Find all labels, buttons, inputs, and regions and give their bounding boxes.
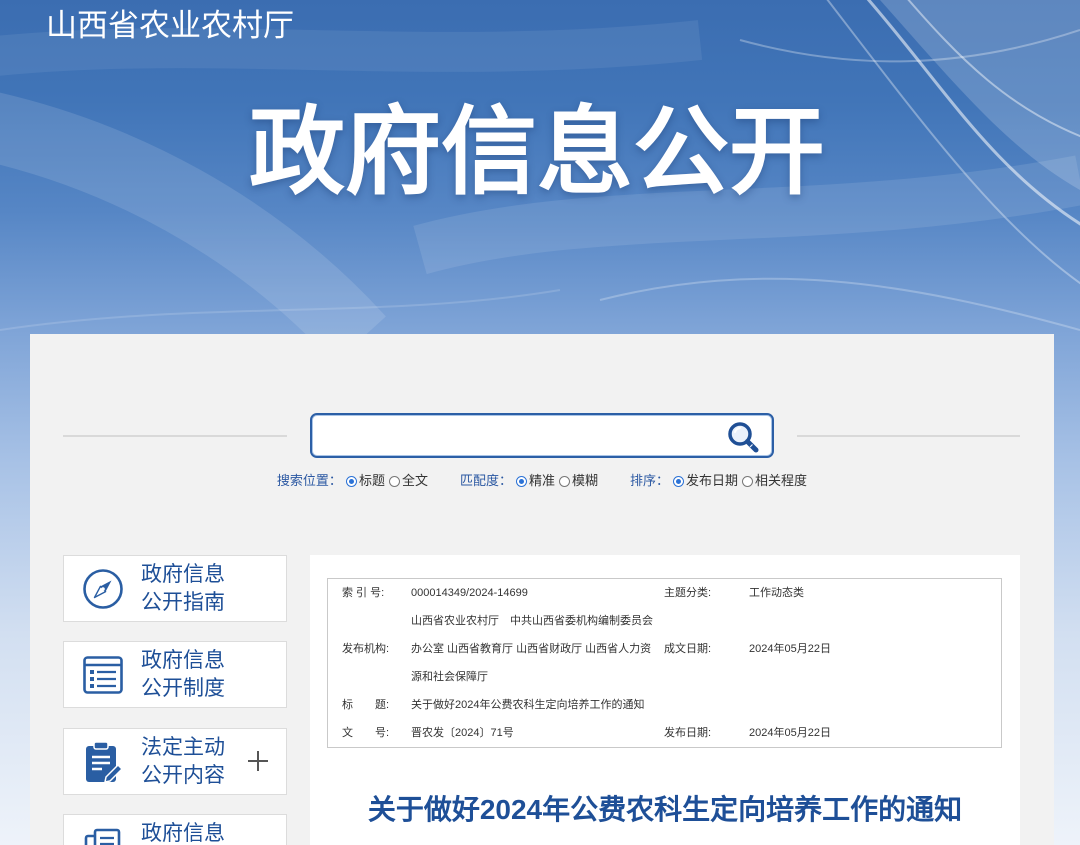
- sidebar-item-label: 政府信息: [141, 820, 225, 845]
- publisher-line: 源和社会保障厅: [411, 671, 488, 683]
- radio-button[interactable]: [388, 475, 400, 487]
- option-label: 相关程度: [755, 473, 808, 488]
- publisher-value: 山西省农业农村厅 中共山西省委机构编制委员会 办公室 山西省教育厅 山西省财政厅…: [411, 607, 664, 691]
- document-metadata-table: 索 引 号: 000014349/2024-14699 主题分类: 工作动态类 …: [327, 578, 1002, 748]
- label-line: 公开制度: [141, 677, 225, 700]
- compass-icon: [82, 568, 124, 610]
- banner-title: 政府信息公开: [249, 99, 825, 206]
- search-input[interactable]: [322, 415, 721, 458]
- publish-date-label: 发布日期:: [664, 727, 712, 739]
- radio-button[interactable]: [515, 475, 527, 487]
- main-panel: 搜索位置： 标题 全文 匹配度： 精准 模糊 排序： 发布日期 相关程度 政府信…: [30, 334, 1054, 845]
- title-label: 标 题:: [342, 699, 390, 711]
- sort-label: 排序：: [630, 473, 670, 488]
- sidebar-item-label: 政府信息 公开制度: [141, 647, 225, 703]
- search-divider-left: [63, 435, 287, 437]
- search-options: 搜索位置： 标题 全文 匹配度： 精准 模糊 排序： 发布日期 相关程度: [30, 472, 1054, 490]
- publisher-line: 办公室 山西省教育厅 山西省财政厅 山西省人力资: [411, 643, 652, 655]
- topic-label: 主题分类:: [664, 587, 712, 599]
- content-area: 索 引 号: 000014349/2024-14699 主题分类: 工作动态类 …: [310, 555, 1020, 845]
- site-logo-text[interactable]: 山西省农业农村厅: [46, 8, 294, 44]
- index-number-label: 索 引 号:: [342, 587, 385, 599]
- label-line: 政府信息: [141, 563, 225, 586]
- option-label: 模糊: [572, 473, 599, 488]
- publisher-line: 山西省农业农村厅 中共山西省委机构编制委员会: [411, 615, 653, 627]
- list-icon: [82, 654, 124, 696]
- sidebar-item-disclosure-guide[interactable]: 政府信息 公开指南: [63, 555, 287, 622]
- topic-value: 工作动态类: [749, 587, 804, 599]
- match-fuzzy-option[interactable]: 模糊: [559, 472, 598, 490]
- sidebar-item-disclosure-system[interactable]: 政府信息 公开制度: [63, 641, 287, 708]
- label-line: 政府信息: [141, 649, 225, 672]
- sidebar-item-label: 政府信息 公开指南: [141, 561, 225, 617]
- documents-icon: [82, 827, 124, 845]
- clipboard-edit-icon: [82, 741, 124, 783]
- label-line: 政府信息: [141, 822, 225, 845]
- sidebar-item-statutory-content[interactable]: 法定主动 公开内容: [63, 728, 287, 795]
- publish-date-value: 2024年05月22日: [749, 727, 831, 739]
- radio-button[interactable]: [345, 475, 357, 487]
- search-scope-group: 搜索位置： 标题 全文: [277, 472, 428, 490]
- search-divider-right: [797, 435, 1020, 437]
- written-date-label: 成文日期:: [664, 643, 712, 655]
- option-label: 精准: [528, 473, 555, 488]
- sort-by-relevance-option[interactable]: 相关程度: [742, 472, 807, 490]
- sort-group: 排序： 发布日期 相关程度: [630, 472, 807, 490]
- match-exact-option[interactable]: 精准: [515, 472, 555, 490]
- option-label: 全文: [401, 473, 428, 488]
- label-line: 公开内容: [141, 764, 225, 787]
- sidebar-item-gov-info[interactable]: 政府信息: [63, 814, 287, 845]
- search-scope-fulltext-option[interactable]: 全文: [388, 472, 428, 490]
- radio-button[interactable]: [559, 475, 570, 487]
- option-label: 发布日期: [686, 473, 739, 488]
- radio-button[interactable]: [742, 475, 754, 487]
- search-icon[interactable]: [726, 420, 760, 454]
- sidebar-item-label: 法定主动 公开内容: [141, 734, 225, 790]
- radio-button[interactable]: [673, 475, 685, 487]
- search-scope-label: 搜索位置：: [276, 473, 342, 488]
- doc-number-value: 晋农发〔2024〕71号: [411, 727, 514, 739]
- label-line: 法定主动: [141, 736, 225, 759]
- search-scope-title-option[interactable]: 标题: [345, 472, 385, 490]
- plus-icon[interactable]: [248, 751, 268, 771]
- index-number-value: 000014349/2024-14699: [411, 587, 528, 599]
- sort-by-date-option[interactable]: 发布日期: [673, 472, 738, 490]
- doc-number-label: 文 号:: [342, 727, 390, 739]
- label-line: 公开指南: [141, 591, 225, 614]
- document-title: 关于做好2024年公费农科生定向培养工作的通知: [367, 794, 963, 825]
- search-box: [310, 413, 774, 458]
- match-mode-group: 匹配度： 精准 模糊: [460, 472, 598, 490]
- publisher-label: 发布机构:: [342, 643, 390, 655]
- title-value: 关于做好2024年公费农科生定向培养工作的通知: [411, 699, 645, 711]
- match-mode-label: 匹配度：: [459, 473, 512, 488]
- option-label: 标题: [358, 473, 385, 488]
- written-date-value: 2024年05月22日: [749, 643, 831, 655]
